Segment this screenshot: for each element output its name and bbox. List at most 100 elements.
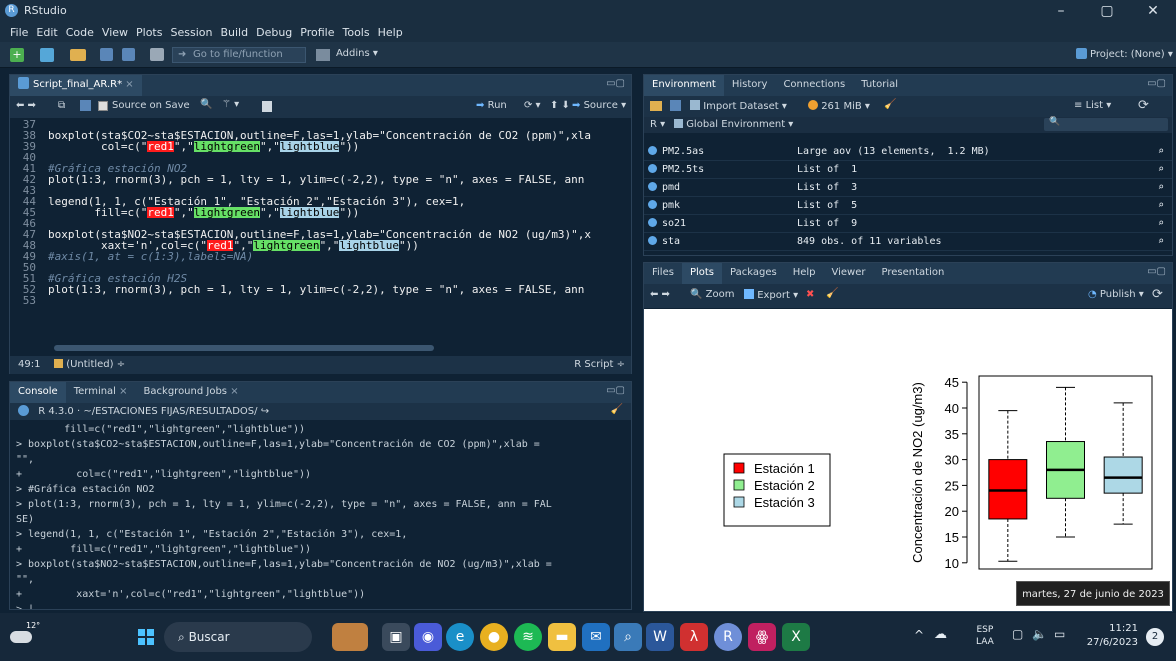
load-workspace-icon[interactable] [650, 101, 662, 111]
view-object-icon[interactable]: ⌕ [1158, 197, 1164, 215]
rstudio-taskbar-icon[interactable]: R [714, 623, 742, 651]
compile-report-icon[interactable] [262, 101, 272, 112]
tab-packages[interactable]: Packages [722, 263, 785, 283]
menu-code[interactable]: Code [66, 26, 94, 39]
menu-profile[interactable]: Profile [300, 26, 334, 39]
tab-connections[interactable]: Connections [775, 75, 853, 95]
clock[interactable]: 11:21 27/6/2023 [1082, 622, 1138, 650]
menu-file[interactable]: File [10, 26, 28, 39]
tab-console[interactable]: Console [10, 382, 66, 403]
file-explorer-icon[interactable]: ▬ [548, 623, 576, 651]
search-app-icon[interactable]: ⌕ [614, 623, 642, 651]
env-row[interactable]: so21 List of 9 ⌕ [644, 215, 1172, 233]
wand-icon[interactable]: ⚚ ▾ [222, 99, 239, 110]
tab-viewer[interactable]: Viewer [824, 263, 874, 283]
show-in-window-icon[interactable]: ⧉ [58, 100, 65, 111]
clear-env-icon[interactable]: 🧹 [884, 99, 896, 110]
tab-script-final[interactable]: Script_final_AR.R* × [10, 75, 142, 96]
prev-plot-icon[interactable]: ⬅ ➡ [650, 289, 670, 300]
open-file-icon[interactable] [70, 49, 86, 61]
new-file-icon[interactable]: + [10, 48, 24, 62]
menu-session[interactable]: Session [170, 26, 212, 39]
landscape-widget-icon[interactable] [332, 623, 368, 651]
env-row[interactable]: PM2.5ts List of 1 ⌕ [644, 161, 1172, 179]
task-view-icon[interactable]: ▣ [382, 623, 410, 651]
view-object-icon[interactable]: ⌕ [1158, 233, 1164, 251]
source-on-save-checkbox[interactable] [98, 101, 108, 111]
run-button[interactable]: ➡ Run [476, 100, 507, 111]
minimize-button[interactable]: – [1038, 0, 1084, 22]
close-jobs-icon[interactable]: × [230, 386, 238, 397]
network-icon[interactable]: ▢ [1012, 627, 1023, 641]
clear-plots-icon[interactable]: 🧹 [826, 288, 838, 299]
editor-scrollbar[interactable] [54, 345, 434, 351]
view-object-icon[interactable]: ⌕ [1158, 161, 1164, 179]
maximize-pane-icon[interactable]: ▭▢ [606, 78, 625, 89]
env-row[interactable]: PM2.5as Large aov (13 elements, 1.2 MB) ⌕ [644, 143, 1172, 161]
language-indicator[interactable]: ESP LAA [976, 624, 994, 648]
import-dataset-button[interactable]: Import Dataset ▾ [690, 100, 787, 112]
tab-presentation[interactable]: Presentation [874, 263, 953, 283]
view-object-icon[interactable]: ⌕ [1158, 143, 1164, 161]
save-icon[interactable] [100, 48, 113, 61]
maximize-env-icon[interactable]: ▭▢ [1147, 78, 1166, 89]
open-project-icon[interactable] [40, 48, 54, 62]
export-button[interactable]: Export ▾ [744, 289, 798, 301]
up-arrow-icon[interactable]: ⬆ ⬇ [550, 100, 570, 111]
language-select[interactable]: R ▾ [650, 119, 665, 130]
memory-usage[interactable]: 261 MiB ▾ [808, 100, 870, 112]
excel-icon[interactable]: X [782, 623, 810, 651]
code-area[interactable]: 37 38 boxplot(sta$CO2~sta$ESTACION,outline… [10, 118, 631, 342]
tray-chevron-icon[interactable]: ^ [914, 628, 924, 642]
tab-files[interactable]: Files [644, 263, 682, 283]
teams-icon[interactable]: ꙮ [748, 623, 776, 651]
close-tab-icon[interactable]: × [125, 79, 133, 90]
tab-history[interactable]: History [724, 75, 776, 95]
chrome-icon[interactable]: ● [480, 623, 508, 651]
print-icon[interactable] [150, 48, 164, 61]
menu-tools[interactable]: Tools [342, 26, 369, 39]
volume-icon[interactable]: 🔈 [1032, 627, 1047, 641]
cloud-sync-icon[interactable]: ☁ [934, 627, 947, 642]
view-object-icon[interactable]: ⌕ [1158, 179, 1164, 197]
env-row[interactable]: pmd List of 3 ⌕ [644, 179, 1172, 197]
rerun-icon[interactable]: ⟳ ▾ [524, 100, 541, 111]
menu-debug[interactable]: Debug [256, 26, 292, 39]
taskbar-search[interactable]: ⌕ Buscar [164, 622, 312, 652]
menu-view[interactable]: View [102, 26, 128, 39]
maximize-button[interactable]: ▢ [1084, 0, 1130, 22]
tab-help[interactable]: Help [785, 263, 824, 283]
close-terminal-icon[interactable]: × [119, 386, 127, 397]
notification-badge[interactable]: 2 [1146, 628, 1164, 646]
scope-selector[interactable]: (Untitled) ÷ [54, 359, 125, 370]
zoom-button[interactable]: 🔍 Zoom [690, 289, 734, 300]
word-icon[interactable]: W [646, 623, 674, 651]
refresh-env-icon[interactable]: ⟳ [1138, 98, 1149, 113]
tab-tutorial[interactable]: Tutorial [853, 75, 906, 95]
close-button[interactable]: ✕ [1130, 0, 1176, 22]
go-to-dir-icon[interactable]: ↪ [261, 406, 269, 417]
project-button[interactable]: Project: (None) ▾ [1076, 48, 1173, 60]
addins-button[interactable]: Addins ▾ [336, 48, 378, 59]
back-arrow-icon[interactable]: ⬅ ➡ [16, 100, 36, 111]
tab-terminal[interactable]: Terminal × [66, 382, 136, 402]
save-all-icon[interactable] [122, 48, 135, 61]
save-file-icon[interactable] [80, 100, 91, 111]
tab-background-jobs[interactable]: Background Jobs × [136, 382, 247, 402]
console-output[interactable]: fill=c("red1","lightgreen","lightblue"))… [10, 422, 631, 609]
meet-icon[interactable]: ◉ [414, 623, 442, 651]
spotify-icon[interactable]: ≋ [514, 623, 542, 651]
start-button[interactable] [138, 629, 154, 645]
env-search-input[interactable]: 🔍 [1044, 117, 1168, 131]
menu-build[interactable]: Build [220, 26, 248, 39]
env-row[interactable]: pmk List of 5 ⌕ [644, 197, 1172, 215]
maximize-plots-icon[interactable]: ▭▢ [1147, 266, 1166, 277]
battery-icon[interactable]: ▭ [1054, 627, 1065, 641]
maximize-console-icon[interactable]: ▭▢ [606, 385, 625, 396]
grid-icon[interactable] [316, 49, 330, 61]
env-row[interactable]: sta 849 obs. of 11 variables ⌕ [644, 233, 1172, 251]
tab-plots[interactable]: Plots [681, 263, 723, 284]
goto-file-input[interactable]: ➜ Go to file/function [172, 47, 306, 63]
tab-environment[interactable]: Environment [644, 75, 724, 96]
publish-button[interactable]: ◔ Publish ▾ [1088, 289, 1144, 300]
